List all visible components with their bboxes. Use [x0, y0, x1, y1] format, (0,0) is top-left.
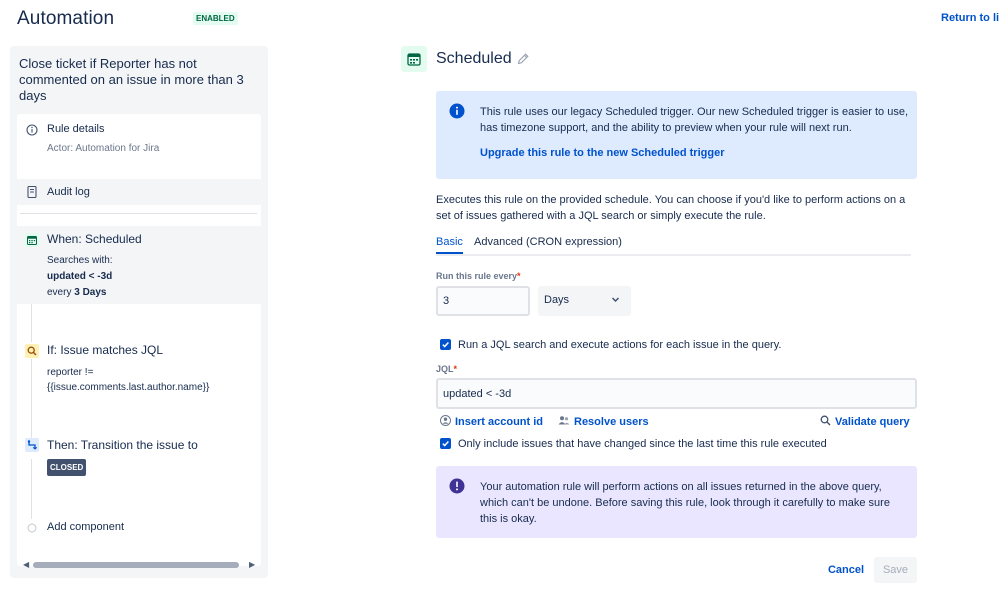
- rule-name[interactable]: Close ticket if Reporter has not comment…: [19, 56, 254, 104]
- warning-icon: [449, 478, 465, 497]
- component-jql: updated < -3d: [47, 271, 113, 282]
- validate-query-label: Validate query: [835, 416, 910, 428]
- info-icon: [449, 103, 465, 122]
- component-detail: reporter !=: [47, 367, 94, 378]
- info-icon: [25, 123, 38, 136]
- active-tab-indicator: [436, 252, 463, 254]
- audit-log-item[interactable]: Audit log: [17, 179, 261, 205]
- people-icon: [558, 415, 570, 429]
- return-to-list-link[interactable]: Return to lis: [941, 12, 999, 24]
- upgrade-trigger-link[interactable]: Upgrade this rule to the new Scheduled t…: [480, 147, 724, 159]
- edit-pencil-icon[interactable]: [516, 52, 530, 69]
- jql-input[interactable]: updated < -3d: [436, 378, 917, 409]
- rule-details-item[interactable]: Rule details Actor: Automation for Jira: [17, 114, 261, 166]
- run-every-unit-value: Days: [544, 294, 570, 306]
- component-detail: {{issue.comments.last.author.name}}: [47, 382, 210, 393]
- schedule-value: 3 Days: [74, 287, 107, 298]
- required-marker: *: [517, 271, 521, 281]
- warning-text: Your automation rule will perform action…: [480, 481, 890, 525]
- component-title: If: Issue matches JQL: [47, 343, 164, 357]
- scroll-right-icon[interactable]: ▶: [249, 560, 255, 569]
- run-every-input[interactable]: 3: [436, 286, 530, 316]
- cancel-button[interactable]: Cancel: [823, 557, 869, 583]
- empty-circle-icon: [25, 521, 38, 534]
- calendar-icon: [25, 233, 39, 247]
- resolve-users-label: Resolve users: [574, 416, 649, 428]
- only-changed-checkbox-label[interactable]: Only include issues that have changed si…: [458, 438, 827, 450]
- component-trigger-scheduled[interactable]: When: Scheduled Searches with: updated <…: [17, 226, 261, 304]
- trigger-description: Executes this rule on the provided sched…: [436, 194, 906, 222]
- save-button[interactable]: Save: [874, 557, 917, 583]
- tab-basic[interactable]: Basic: [436, 236, 463, 248]
- status-badge: ENABLED: [193, 12, 238, 25]
- warning-message-box: Your automation rule will perform action…: [436, 466, 917, 538]
- info-message: This rule uses our legacy Scheduled trig…: [480, 106, 909, 134]
- page-title: Automation: [17, 8, 115, 29]
- component-title: When: Scheduled: [47, 232, 142, 246]
- run-every-unit-select[interactable]: Days: [538, 286, 631, 316]
- run-jql-checkbox[interactable]: [440, 339, 451, 350]
- search-icon: [820, 415, 831, 429]
- component-status-wrap: CLOSED: [47, 459, 87, 476]
- only-changed-checkbox[interactable]: [440, 438, 451, 449]
- validate-query-link[interactable]: Validate query: [820, 415, 910, 429]
- run-every-label: Run this rule every*: [436, 271, 521, 281]
- run-jql-checkbox-label[interactable]: Run a JQL search and execute actions for…: [458, 339, 781, 351]
- user-icon: [440, 415, 451, 429]
- component-schedule: every 3 Days: [47, 285, 106, 300]
- rule-sidebar: Close ticket if Reporter has not comment…: [10, 46, 268, 578]
- resolve-users-link[interactable]: Resolve users: [558, 415, 649, 429]
- schedule-tabs: Basic Advanced (CRON expression): [436, 234, 911, 256]
- insert-account-id-label: Insert account id: [455, 416, 544, 428]
- jql-label-text: JQL: [436, 364, 454, 374]
- rule-actor: Actor: Automation for Jira: [47, 143, 160, 154]
- component-condition-jql[interactable]: If: Issue matches JQL reporter != {{issu…: [17, 342, 261, 402]
- tab-advanced-cron[interactable]: Advanced (CRON expression): [474, 236, 622, 248]
- jql-label: JQL*: [436, 364, 457, 374]
- component-list: Rule details Actor: Automation for Jira …: [17, 114, 261, 566]
- schedule-prefix: every: [47, 287, 75, 298]
- required-marker: *: [453, 364, 458, 374]
- component-title: Then: Transition the issue to: [47, 438, 198, 452]
- component-detail: Searches with:: [47, 255, 113, 266]
- search-icon: [25, 344, 39, 358]
- rule-details-label: Rule details: [47, 123, 105, 135]
- component-action-transition[interactable]: Then: Transition the issue to CLOSED: [17, 437, 261, 477]
- trigger-title: Scheduled: [436, 50, 512, 67]
- insert-account-id-link[interactable]: Insert account id: [440, 415, 543, 429]
- document-icon: [25, 185, 38, 198]
- scrollbar-thumb[interactable]: [33, 562, 239, 568]
- horizontal-scrollbar[interactable]: ◀ ▶: [23, 559, 255, 571]
- run-every-label-text: Run this rule every: [436, 271, 518, 281]
- add-component-label: Add component: [47, 521, 125, 533]
- add-component-item[interactable]: Add component: [17, 519, 261, 539]
- legacy-trigger-info: This rule uses our legacy Scheduled trig…: [436, 91, 917, 179]
- sidebar-divider: [20, 213, 257, 214]
- audit-log-label: Audit log: [47, 186, 90, 198]
- transition-icon: [25, 438, 39, 452]
- scroll-left-icon[interactable]: ◀: [23, 560, 29, 569]
- chevron-down-icon: [611, 295, 620, 307]
- status-lozenge: CLOSED: [47, 459, 87, 476]
- calendar-icon: [401, 46, 427, 72]
